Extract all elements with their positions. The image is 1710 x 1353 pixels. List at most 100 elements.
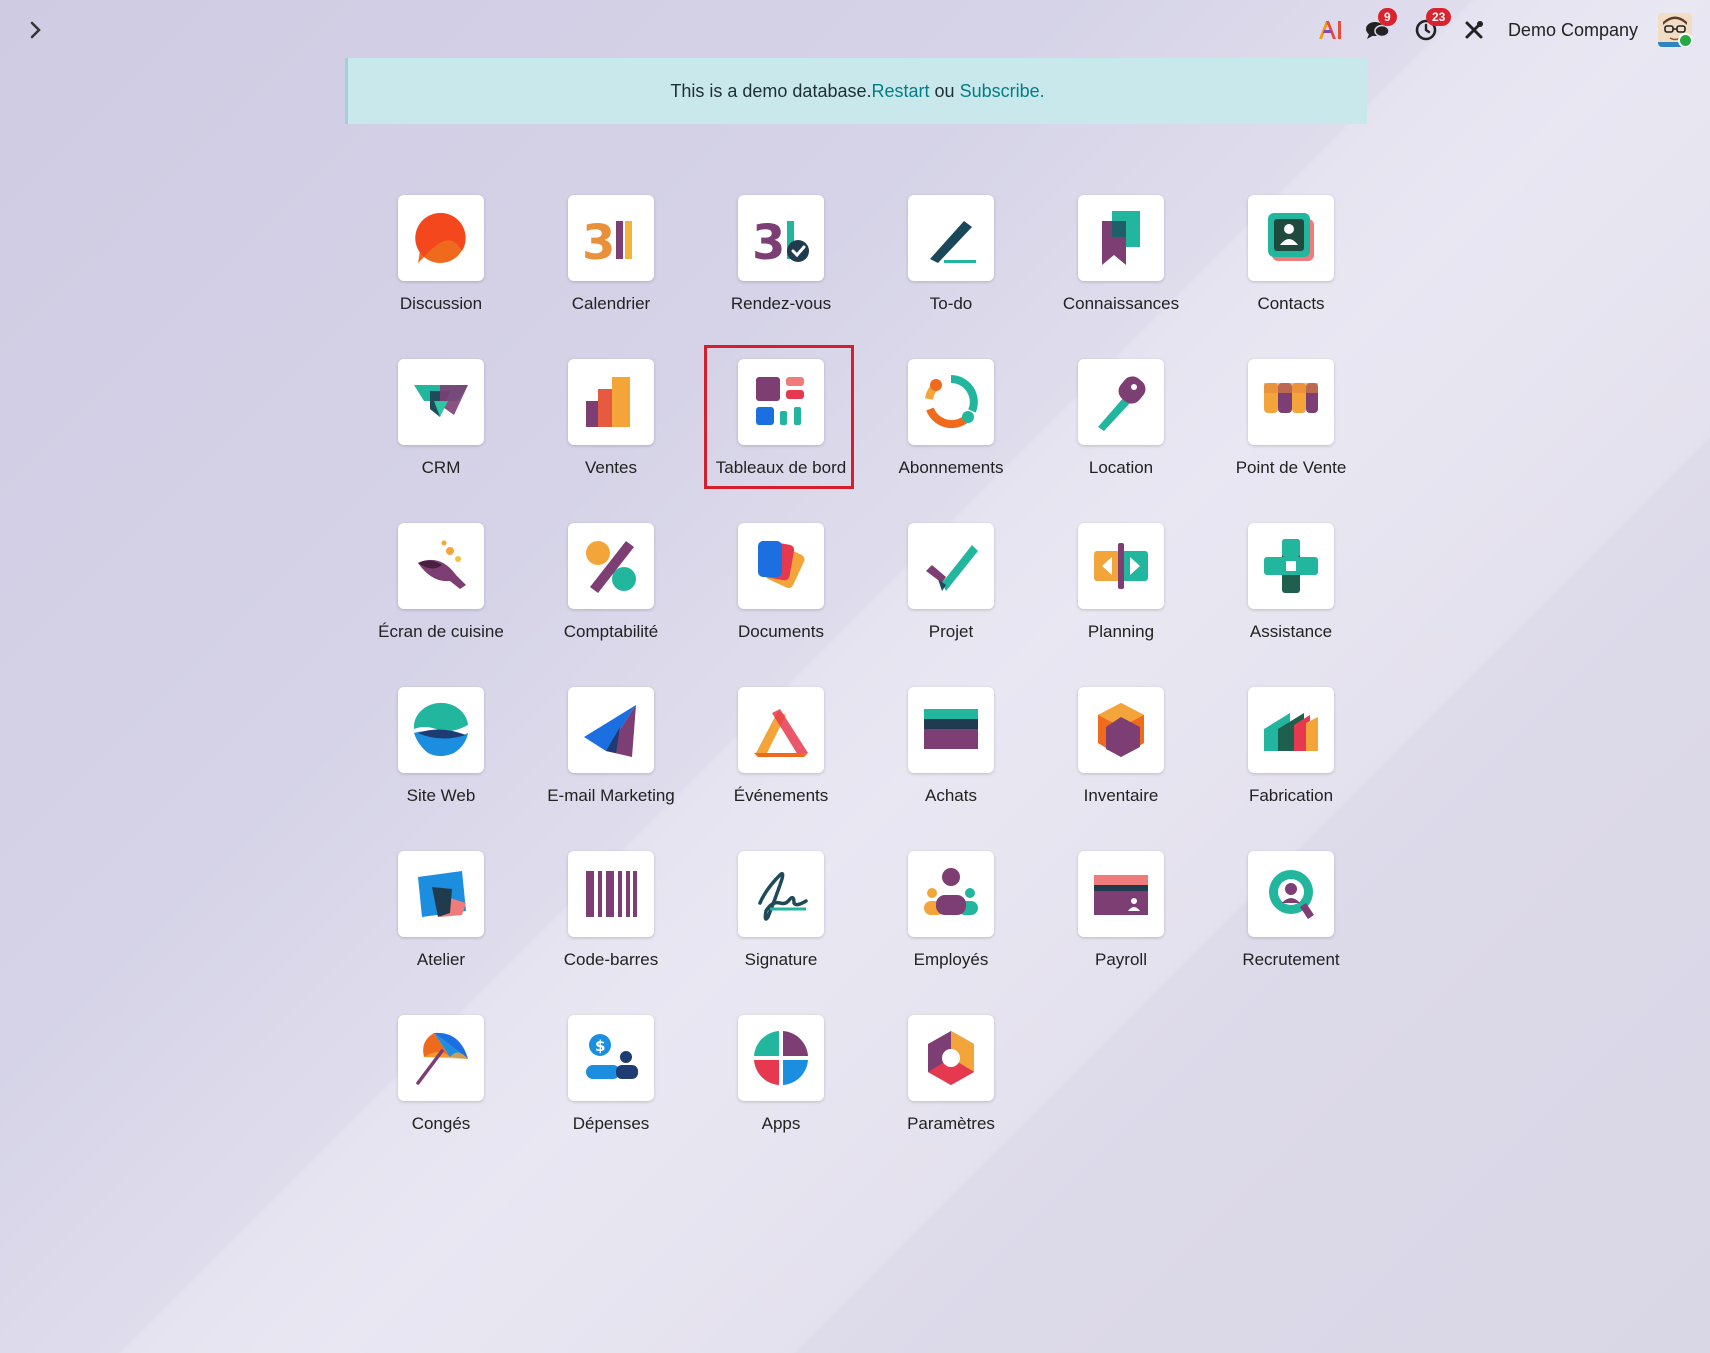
sidebar-toggle-chevron-icon[interactable]	[24, 18, 48, 42]
svg-text:$: $	[595, 1037, 605, 1055]
app-label: Événements	[733, 786, 829, 805]
app-conges[interactable]: Congés	[356, 1015, 526, 1179]
app-apps[interactable]: Apps	[696, 1015, 866, 1179]
inventory-box-icon	[1098, 703, 1144, 757]
app-point-de-vente[interactable]: Point de Vente	[1206, 359, 1376, 523]
app-rendez-vous[interactable]: 3 Rendez-vous	[696, 195, 866, 359]
app-ecran-de-cuisine[interactable]: Écran de cuisine	[356, 523, 526, 687]
documents-icon	[758, 541, 805, 589]
app-label: Calendrier	[571, 294, 651, 313]
purchase-card-icon	[924, 709, 978, 749]
app-ventes[interactable]: Ventes	[526, 359, 696, 523]
kitchen-display-icon	[418, 540, 466, 589]
app-label: Point de Vente	[1235, 458, 1347, 477]
online-status-indicator	[1678, 33, 1692, 47]
payroll-card-icon	[1094, 875, 1148, 915]
app-label: Signature	[744, 950, 818, 969]
app-parametres[interactable]: Paramètres	[866, 1015, 1036, 1179]
app-crm[interactable]: CRM	[356, 359, 526, 523]
banner-or-text: ou	[929, 80, 960, 101]
messages-chat-icon[interactable]: 9	[1364, 8, 1397, 44]
app-comptabilite[interactable]: Comptabilité	[526, 523, 696, 687]
app-label: Congés	[411, 1114, 471, 1133]
ai-icon[interactable]	[1316, 16, 1344, 44]
app-label: Site Web	[406, 786, 476, 805]
employees-icon	[924, 868, 978, 915]
planning-icon	[1094, 543, 1148, 589]
website-globe-icon	[413, 702, 468, 756]
tools-icon[interactable]	[1460, 16, 1488, 44]
messages-badge: 9	[1377, 8, 1397, 26]
app-atelier[interactable]: Atelier	[356, 851, 526, 1015]
calendar-31-icon: 3	[582, 215, 632, 269]
signature-icon	[758, 871, 808, 921]
app-abonnements[interactable]: Abonnements	[866, 359, 1036, 523]
activities-badge: 23	[1425, 8, 1452, 26]
app-achats[interactable]: Achats	[866, 687, 1036, 851]
events-ticket-icon	[754, 709, 808, 757]
app-label: Inventaire	[1083, 786, 1159, 805]
app-code-barres[interactable]: Code-barres	[526, 851, 696, 1015]
app-evenements[interactable]: Événements	[696, 687, 866, 851]
email-paper-plane-icon	[584, 705, 636, 757]
helpdesk-cross-icon	[1264, 539, 1318, 593]
app-label: Assistance	[1249, 622, 1333, 641]
app-connaissances[interactable]: Connaissances	[1036, 195, 1206, 359]
company-switcher[interactable]: Demo Company	[1508, 20, 1638, 41]
app-payroll[interactable]: Payroll	[1036, 851, 1206, 1015]
discussion-icon	[415, 212, 466, 263]
app-label: Recrutement	[1242, 950, 1340, 969]
topbar: 9 23 Demo Company	[1316, 8, 1692, 48]
app-label: Documents	[738, 622, 824, 641]
app-label: Achats	[925, 786, 977, 805]
sales-bar-chart-icon	[586, 377, 630, 427]
app-email-marketing[interactable]: E-mail Marketing	[526, 687, 696, 851]
app-label: Location	[1088, 458, 1154, 477]
app-label: Payroll	[1095, 950, 1147, 969]
app-label: Dépenses	[572, 1114, 650, 1133]
app-projet[interactable]: Projet	[866, 523, 1036, 687]
app-location[interactable]: Location	[1036, 359, 1206, 523]
activities-clock-icon[interactable]: 23	[1412, 8, 1452, 44]
expenses-icon: $	[586, 1034, 638, 1079]
app-label: Abonnements	[898, 458, 1004, 477]
app-recrutement[interactable]: Recrutement	[1206, 851, 1376, 1015]
user-avatar[interactable]	[1658, 13, 1692, 47]
project-check-icon	[926, 545, 978, 591]
contacts-card-icon	[1268, 213, 1314, 261]
app-contacts[interactable]: Contacts	[1206, 195, 1376, 359]
app-assistance[interactable]: Assistance	[1206, 523, 1376, 687]
app-depenses[interactable]: $ Dépenses	[526, 1015, 696, 1179]
crm-handshake-icon	[414, 385, 468, 417]
app-fabrication[interactable]: Fabrication	[1206, 687, 1376, 851]
app-calendrier[interactable]: 3 Calendrier	[526, 195, 696, 359]
restart-link[interactable]: Restart	[872, 81, 930, 102]
app-label: Ventes	[585, 458, 637, 477]
app-signature[interactable]: Signature	[696, 851, 866, 1015]
app-employes[interactable]: Employés	[866, 851, 1036, 1015]
app-label: Paramètres	[907, 1114, 995, 1133]
app-discussion[interactable]: Discussion	[356, 195, 526, 359]
appointment-31-check-icon: 3	[752, 215, 809, 269]
app-site-web[interactable]: Site Web	[356, 687, 526, 851]
app-inventaire[interactable]: Inventaire	[1036, 687, 1206, 851]
todo-pen-icon	[930, 221, 976, 263]
accounting-percent-icon	[586, 541, 636, 593]
settings-hexagon-icon	[928, 1031, 974, 1085]
apps-store-icon	[754, 1031, 808, 1085]
barcode-icon	[586, 871, 637, 917]
app-label: Discussion	[399, 294, 483, 313]
app-label: Fabrication	[1248, 786, 1334, 805]
app-label: Planning	[1087, 622, 1155, 641]
dashboards-icon	[756, 377, 804, 425]
subscribe-link[interactable]: Subscribe.	[960, 81, 1045, 102]
app-documents[interactable]: Documents	[696, 523, 866, 687]
pos-shop-awning-icon	[1264, 383, 1318, 413]
rental-key-icon	[1098, 376, 1146, 431]
app-label: Connaissances	[1062, 294, 1180, 313]
app-planning[interactable]: Planning	[1036, 523, 1206, 687]
app-tableaux-de-bord[interactable]: Tableaux de bord	[696, 345, 866, 523]
knowledge-bookmark-icon	[1102, 211, 1140, 265]
app-to-do[interactable]: To-do	[866, 195, 1036, 359]
app-label: Rendez-vous	[730, 294, 832, 313]
